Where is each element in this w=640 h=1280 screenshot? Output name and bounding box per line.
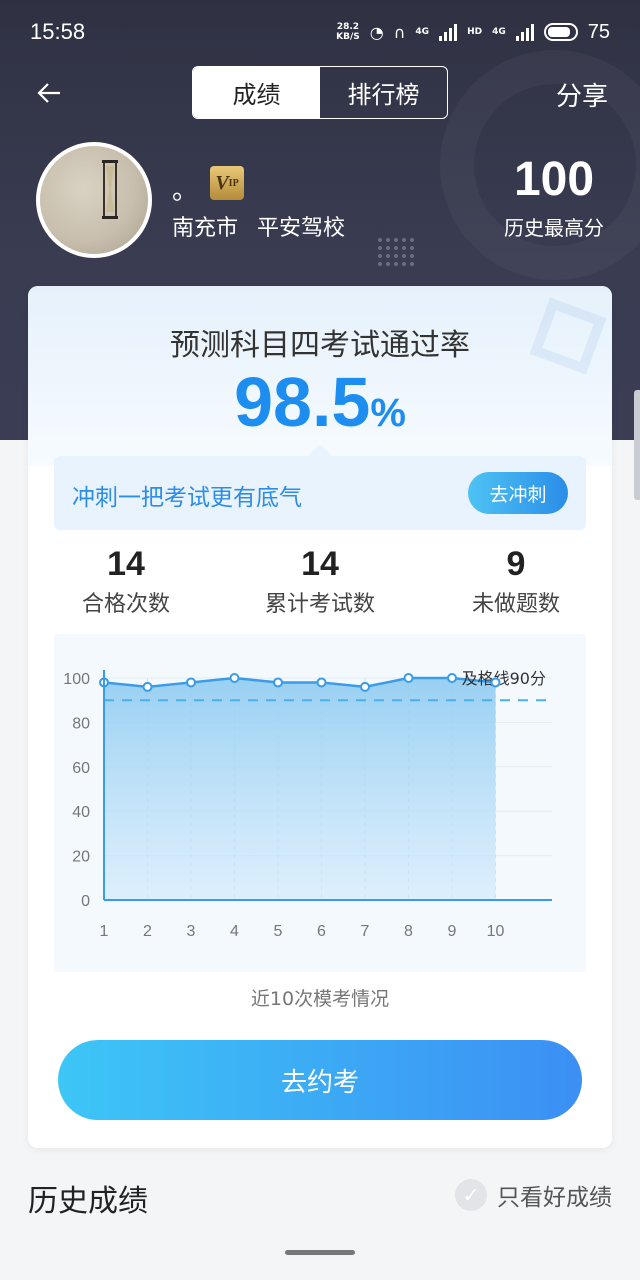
x-tick-label: 5: [274, 923, 283, 940]
vip-suffix: IP: [228, 177, 239, 189]
battery-level: 75: [587, 20, 610, 43]
stat-value: 14: [301, 545, 339, 583]
avatar[interactable]: [36, 142, 152, 258]
stat-value: 14: [107, 545, 145, 583]
net-speed-value: 28.2: [336, 22, 360, 32]
prediction-rate-unit: %: [370, 391, 406, 435]
tab-ranking[interactable]: 排行榜: [320, 67, 447, 118]
data-point: [229, 673, 240, 683]
tab-score[interactable]: 成绩: [193, 67, 320, 118]
stat-total-exams: 14 累计考试数: [240, 544, 400, 618]
top-nav: 成绩 排行榜 分享: [0, 66, 640, 120]
stats-row: 14 合格次数 14 累计考试数 9 未做题数: [28, 544, 612, 624]
vip-badge-icon: V IP: [210, 166, 244, 200]
score-chart-svg: 0 20 40 60 80 100 及格线90分 1 2 3 4 5 6 7 8 9 10: [63, 669, 552, 940]
status-time: 15:58: [30, 19, 86, 44]
data-point: [142, 681, 153, 692]
battery-icon: [543, 23, 578, 41]
hd-label: HD: [467, 27, 483, 37]
signal-1-label: 4G: [415, 27, 430, 37]
pass-threshold-label: 及格线90分: [462, 669, 546, 688]
stat-label: 未做题数: [471, 592, 560, 617]
x-tick-label: 3: [187, 923, 196, 940]
stat-pass-count: 14 合格次数: [46, 544, 206, 618]
status-bar: 15:58 28.2 KB/S ◔ ∩ 4G HD 4G 75: [0, 0, 640, 64]
user-location-school: 南充市 平安驾校: [172, 216, 345, 241]
high-score: 100 历史最高分: [504, 152, 604, 241]
sprint-banner: 冲刺一把考试更有底气 去冲刺: [54, 444, 586, 530]
x-tick-label: 9: [448, 923, 457, 940]
share-button[interactable]: 分享: [556, 76, 608, 113]
signal-2-label: 4G: [492, 27, 506, 37]
signal-2-icon: [515, 23, 534, 41]
stat-value: 9: [506, 545, 526, 583]
net-speed: 28.2 KB/S: [336, 22, 360, 42]
data-point: [186, 677, 196, 688]
prediction-rate: 98.5%: [28, 362, 612, 442]
sprint-text: 冲刺一把考试更有底气: [72, 485, 302, 511]
data-point: [403, 673, 414, 683]
headphone-icon: ∩: [393, 22, 406, 42]
stat-undone-questions: 9 未做题数: [436, 544, 596, 618]
x-tick-label: 10: [487, 923, 505, 940]
history-title: 历史成绩: [28, 1184, 148, 1219]
signal-1-icon: [439, 23, 458, 41]
score-card: 预测科目四考试通过率 98.5% 冲刺一把考试更有底气 去冲刺 14 合格次数 …: [28, 286, 612, 1148]
prediction-title: 预测科目四考试通过率: [170, 328, 470, 363]
edge-handle[interactable]: [634, 390, 640, 500]
status-icons: 28.2 KB/S ◔ ∩ 4G HD 4G 75: [336, 21, 610, 44]
good-scores-filter[interactable]: ✓ 只看好成绩: [455, 1178, 612, 1212]
x-tick-label: 6: [317, 923, 326, 940]
back-arrow-icon[interactable]: [34, 78, 64, 108]
vip-letter: V: [215, 171, 229, 194]
do-not-disturb-icon: ◔: [369, 22, 384, 42]
y-tick-label: 20: [72, 849, 90, 866]
dot-pattern: [376, 236, 416, 266]
y-tick-label: 60: [72, 760, 90, 777]
prediction-rate-value: 98.5: [234, 363, 371, 441]
x-tick-label: 1: [100, 923, 109, 940]
data-point: [490, 677, 501, 688]
y-tick-label: 80: [72, 715, 90, 732]
high-score-label: 历史最高分: [504, 216, 604, 240]
stat-label: 累计考试数: [264, 592, 375, 617]
data-point: [273, 677, 283, 688]
username: 。: [172, 176, 199, 206]
y-tick-label: 40: [72, 804, 90, 821]
x-tick-label: 7: [361, 923, 370, 940]
score-tabs: 成绩 排行榜: [192, 66, 448, 119]
check-icon[interactable]: ✓: [455, 1179, 487, 1211]
y-tick-label: 100: [63, 671, 90, 688]
x-tick-label: 8: [404, 923, 413, 940]
sprint-button[interactable]: 去冲刺: [468, 472, 568, 514]
high-score-value: 100: [513, 153, 595, 206]
data-point: [316, 677, 327, 688]
data-point: [447, 673, 457, 683]
book-exam-button[interactable]: 去约考: [58, 1040, 582, 1120]
good-scores-label: 只看好成绩: [497, 1185, 612, 1211]
x-tick-label: 4: [230, 923, 239, 940]
data-point: [360, 681, 370, 692]
stat-label: 合格次数: [81, 592, 170, 617]
score-area: [104, 678, 496, 900]
y-tick-label: 0: [81, 893, 90, 910]
home-indicator: [285, 1250, 355, 1255]
x-tick-label: 2: [143, 923, 152, 940]
score-chart: 0 20 40 60 80 100 及格线90分 1 2 3 4 5 6 7 8 9 10: [54, 634, 586, 972]
chart-caption: 近10次模考情况: [250, 988, 390, 1010]
net-speed-unit: KB/S: [336, 32, 360, 42]
